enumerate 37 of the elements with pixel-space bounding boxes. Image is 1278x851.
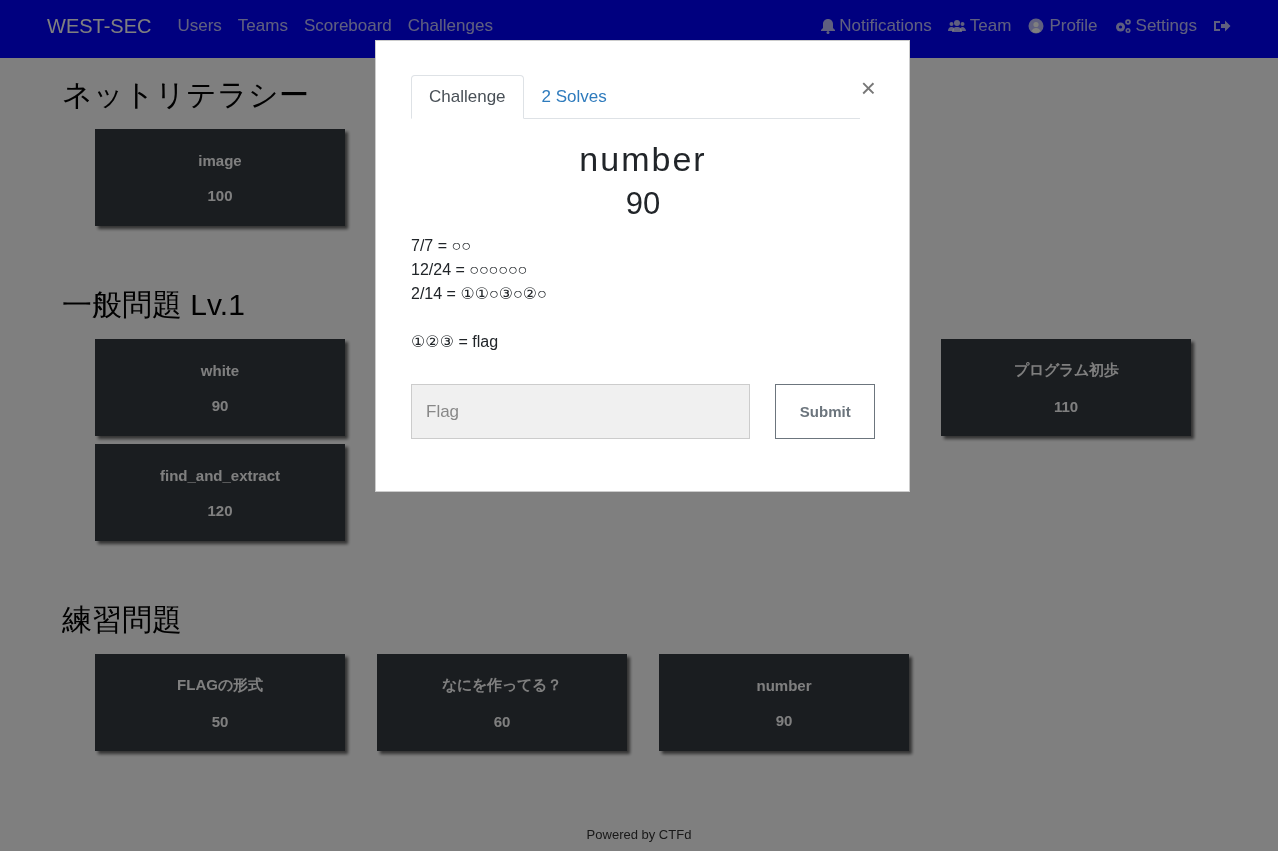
description-line: ①②③ = flag xyxy=(411,332,500,352)
description-line: 2/14 = ①①○③○②○ xyxy=(411,284,548,304)
category-heading: 一般問題 Lv.1 xyxy=(62,287,245,323)
challenge-card[interactable]: image 100 xyxy=(95,129,345,226)
users-icon xyxy=(947,18,966,34)
description-line: 7/7 = ○○ xyxy=(411,236,472,256)
challenge-card[interactable]: white 90 xyxy=(95,339,345,436)
challenge-title: number xyxy=(578,139,708,180)
submit-button[interactable]: Submit xyxy=(775,384,875,439)
challenge-points: 90 xyxy=(624,185,662,223)
nav-link[interactable]: Users xyxy=(177,16,222,36)
footer-text: Powered by CTFd xyxy=(586,827,692,842)
description-line: 12/24 = ○○○○○○ xyxy=(411,260,529,280)
challenge-card[interactable]: number 90 xyxy=(659,654,909,751)
bell-icon xyxy=(821,18,836,34)
tab[interactable]: Challenge xyxy=(411,75,524,119)
nav-link[interactable]: Team xyxy=(947,16,1012,36)
logout-link[interactable] xyxy=(1213,18,1231,34)
flag-input[interactable]: Flag xyxy=(411,384,751,439)
nav-link[interactable]: Challenges xyxy=(407,16,493,36)
nav-link[interactable]: Settings xyxy=(1113,16,1197,36)
gears-icon xyxy=(1113,18,1132,34)
challenge-card[interactable]: find_and_extract 120 xyxy=(95,444,345,541)
nav-link[interactable]: Notifications xyxy=(821,16,932,36)
nav-link[interactable]: Scoreboard xyxy=(303,16,392,36)
challenge-card[interactable]: FLAGの形式 50 xyxy=(95,654,345,751)
close-button[interactable]: × xyxy=(860,75,876,101)
category-heading: ネットリテラシー xyxy=(62,77,309,113)
brand-link[interactable]: WEST-SEC xyxy=(47,14,152,38)
nav-link[interactable]: Profile xyxy=(1027,16,1098,36)
user-circle-icon xyxy=(1027,18,1046,34)
category-heading: 練習問題 xyxy=(62,602,182,638)
challenge-card[interactable]: なにを作ってる？ 60 xyxy=(377,654,627,751)
tab[interactable]: 2 Solves xyxy=(523,75,625,119)
logout-icon xyxy=(1213,18,1231,34)
challenge-card[interactable]: プログラム初歩 110 xyxy=(941,339,1191,436)
nav-link[interactable]: Teams xyxy=(237,16,288,36)
